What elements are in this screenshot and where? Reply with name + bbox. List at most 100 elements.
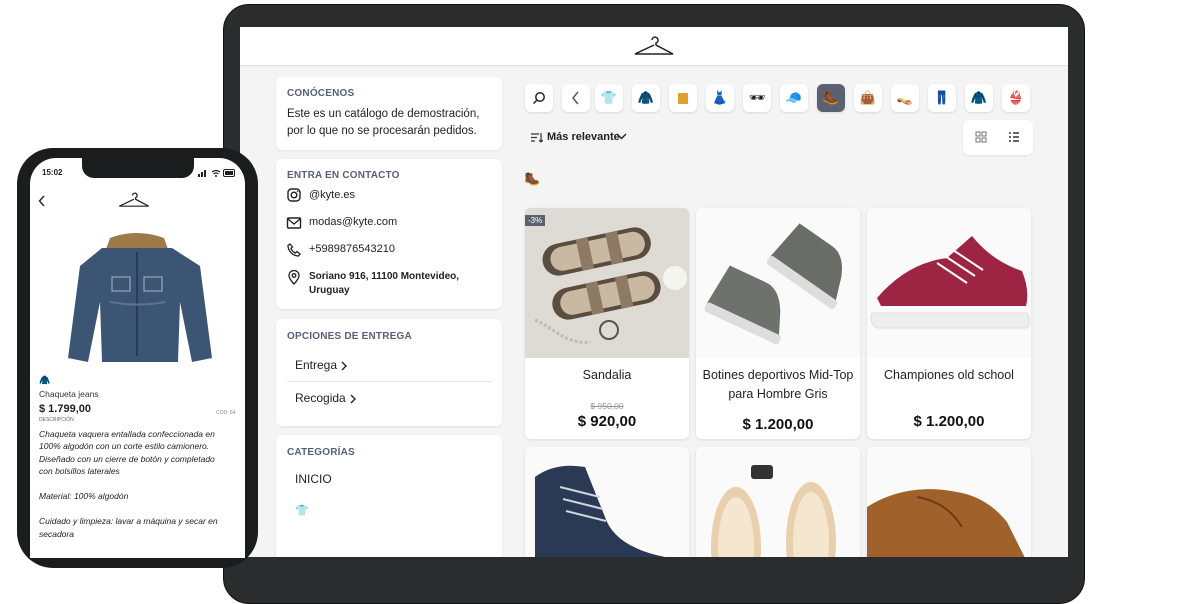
delivery-option-entrega[interactable]: Entrega xyxy=(295,357,337,374)
about-text-2: por lo que no se procesarán pedidos. xyxy=(287,125,477,137)
store-header xyxy=(240,27,1068,66)
sunglasses-icon: 🕶 xyxy=(748,90,766,105)
categories-title: CATEGORÍAS xyxy=(287,447,355,458)
list-view-icon[interactable] xyxy=(1008,131,1020,143)
bikini-icon: 👙 xyxy=(1007,90,1025,105)
search-icon xyxy=(532,92,545,105)
view-toggle xyxy=(963,120,1033,155)
back-button[interactable] xyxy=(562,84,590,112)
phone-screen: 15:02 🧥 Chaqueta jeans $ 1.799,00 COD: 5… xyxy=(30,158,245,558)
product-card-botines[interactable]: Botines deportivos Mid-Top para Hombre G… xyxy=(696,208,860,439)
product-name-1: Botines deportivos Mid-Top xyxy=(702,368,854,382)
boot-icon: 🥾 xyxy=(822,90,840,105)
about-text-1: Este es un catálogo de demostración, xyxy=(287,108,480,120)
wifi-icon xyxy=(211,169,221,177)
product-price: $ 1.799,00 xyxy=(39,403,91,415)
contact-card: ENTRA EN CONTACTO @kyte.es modas@kyte.co… xyxy=(276,159,502,309)
product-image xyxy=(696,447,860,557)
product-card[interactable] xyxy=(525,447,689,557)
shirt-icon[interactable]: 👕 xyxy=(295,504,309,517)
category-bikinis[interactable]: 👙 xyxy=(1002,84,1030,112)
category-shirts[interactable]: 👕 xyxy=(595,84,623,112)
category-caps[interactable]: 🧢 xyxy=(780,84,808,112)
category-jackets[interactable]: 🧥 xyxy=(632,84,660,112)
category-shorts[interactable] xyxy=(669,84,697,112)
jacket-icon: 🧥 xyxy=(39,375,51,385)
search-button[interactable] xyxy=(525,84,553,112)
chevron-right-icon xyxy=(350,394,356,404)
handbag-icon: 👜 xyxy=(859,90,877,105)
product-name: Championes old school xyxy=(884,368,1014,382)
product-image xyxy=(696,208,860,358)
phone-icon xyxy=(287,243,301,257)
about-title: CONÓCENOS xyxy=(287,88,355,99)
category-sunglasses[interactable]: 🕶 xyxy=(743,84,771,112)
product-name-2: para Hombre Gris xyxy=(728,387,828,401)
product-code: COD: 54 xyxy=(216,410,236,416)
back-arrow-icon[interactable] xyxy=(38,195,46,207)
category-coats[interactable]: 🧥 xyxy=(965,84,993,112)
signal-icon xyxy=(198,170,206,177)
chevron-left-icon xyxy=(572,91,579,105)
grid-view-icon[interactable] xyxy=(975,131,987,143)
contact-title: ENTRA EN CONTACTO xyxy=(287,170,400,181)
category-dresses[interactable]: 👗 xyxy=(706,84,734,112)
category-inicio[interactable]: INICIO xyxy=(295,471,332,488)
dress-icon: 👗 xyxy=(711,90,729,105)
product-card-sandalia[interactable]: -3% Sandalia $ 950,00 $ 920,00 xyxy=(525,208,689,439)
product-price: $ 920,00 xyxy=(577,413,637,430)
phone-notch xyxy=(82,158,194,178)
shirt-icon: 👕 xyxy=(600,90,618,105)
sort-dropdown[interactable]: Más relevante xyxy=(547,131,620,143)
product-image xyxy=(867,447,1031,557)
shorts-icon xyxy=(678,92,688,104)
address-line-2: Uruguay xyxy=(309,285,350,296)
email-link[interactable]: modas@kyte.com xyxy=(309,214,397,231)
product-name: Sandalia xyxy=(582,368,632,382)
mail-icon xyxy=(286,217,302,229)
boot-icon: 🥾 xyxy=(524,171,541,186)
phone-time: 15:02 xyxy=(42,168,63,177)
chevron-down-icon xyxy=(616,133,627,140)
care-line-2: secadora xyxy=(39,529,74,539)
product-image xyxy=(525,447,689,557)
product-image xyxy=(68,233,212,362)
product-price: $ 1.200,00 xyxy=(913,413,985,430)
category-handbags[interactable]: 👜 xyxy=(854,84,882,112)
discount-badge: -3% xyxy=(525,215,546,226)
delivery-title: OPCIONES DE ENTREGA xyxy=(287,331,412,342)
product-old-price: $ 950,00 xyxy=(590,401,624,411)
product-card[interactable] xyxy=(696,447,860,557)
tablet-screen: CONÓCENOS Este es un catálogo de demostr… xyxy=(240,27,1068,557)
phone-link[interactable]: +5989876543210 xyxy=(309,241,395,258)
categories-card: CATEGORÍAS INICIO 👕 xyxy=(276,435,502,557)
description-label: DESCRIPCIÓN xyxy=(39,417,74,423)
instagram-link[interactable]: @kyte.es xyxy=(309,187,355,204)
description-line-1: Chaqueta vaquera entallada confeccionada… xyxy=(39,429,215,439)
hanger-logo-icon[interactable] xyxy=(632,34,676,58)
jeans-icon: 👖 xyxy=(933,90,951,105)
product-image xyxy=(867,208,1031,358)
product-name: Chaqueta jeans xyxy=(39,389,99,399)
material-text: Material: 100% algodón xyxy=(39,491,129,501)
delivery-option-recogida[interactable]: Recogida xyxy=(295,390,346,407)
chevron-right-icon xyxy=(341,361,347,371)
delivery-card: OPCIONES DE ENTREGA Entrega Recogida xyxy=(276,319,502,426)
description-line-2: 100% algodón con un corte estilo camione… xyxy=(39,441,210,451)
instagram-icon xyxy=(287,188,301,202)
jacket-icon: 🧥 xyxy=(637,90,655,105)
product-image xyxy=(525,208,689,358)
category-jeans[interactable]: 👖 xyxy=(928,84,956,112)
category-boots[interactable]: 🥾 xyxy=(817,84,845,112)
description-line-3: Diseñado con un cierre de botón y comple… xyxy=(39,454,215,464)
hanger-logo-icon[interactable] xyxy=(117,190,151,210)
sort-icon[interactable] xyxy=(530,131,543,144)
location-pin-icon xyxy=(288,269,300,285)
battery-icon xyxy=(223,169,235,177)
divider xyxy=(287,381,492,382)
product-card[interactable] xyxy=(867,447,1031,557)
product-card-championes[interactable]: Championes old school $ 1.200,00 xyxy=(867,208,1031,439)
category-heels[interactable]: 👡 xyxy=(891,84,919,112)
coat-icon: 🧥 xyxy=(970,90,988,105)
care-line-1: Cuidado y limpieza: lavar a máquina y se… xyxy=(39,516,218,526)
